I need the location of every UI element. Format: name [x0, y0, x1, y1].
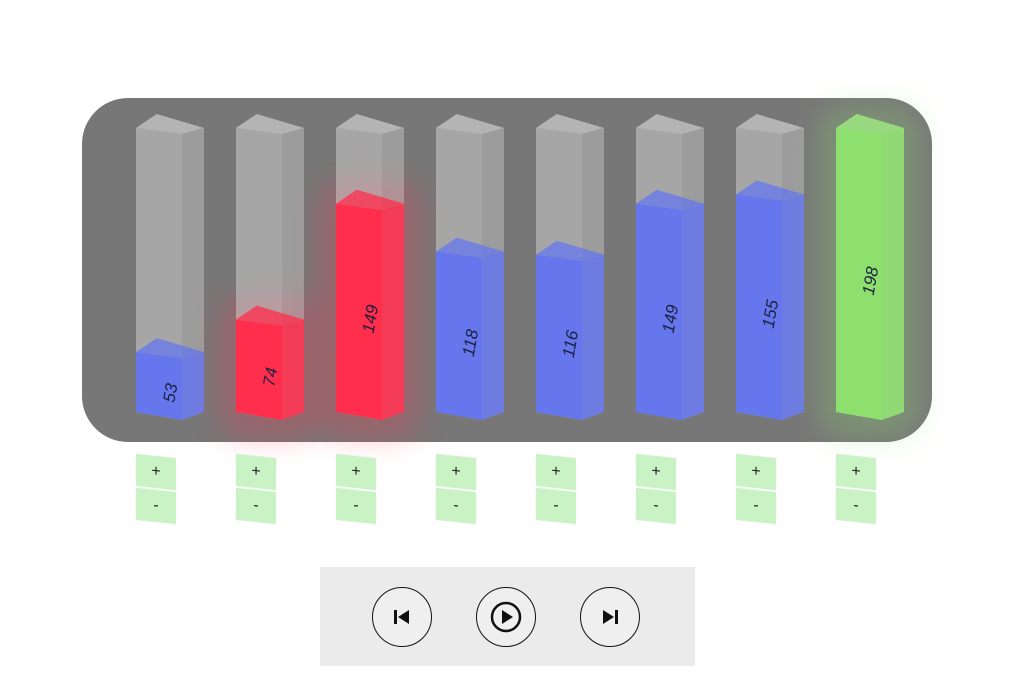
- value-stepper: + -: [536, 453, 576, 525]
- bar-5: [536, 114, 604, 420]
- bar-liquid-side: [782, 194, 804, 420]
- value-stepper: + -: [236, 453, 276, 525]
- bar-liquid: [136, 352, 182, 420]
- bar-column: 149: [636, 98, 706, 442]
- bar-7: [736, 114, 804, 420]
- bar-liquid-side: [382, 203, 404, 420]
- increment-button[interactable]: +: [736, 453, 776, 491]
- increment-button[interactable]: +: [336, 453, 376, 491]
- bar-liquid-side: [282, 319, 304, 420]
- value-stepper: + -: [436, 453, 476, 525]
- increment-button[interactable]: +: [636, 453, 676, 491]
- play-button[interactable]: [476, 587, 536, 647]
- bar-liquid: [236, 319, 282, 420]
- bar-liquid: [336, 203, 382, 420]
- value-stepper: + -: [136, 453, 176, 525]
- bar-stage: 53 74 149 118 116 149 155 198: [82, 98, 932, 442]
- bar-liquid: [836, 128, 882, 420]
- decrement-button[interactable]: -: [236, 487, 276, 525]
- bar-1: [136, 114, 204, 420]
- increment-button[interactable]: +: [136, 453, 176, 491]
- increment-button[interactable]: +: [436, 453, 476, 491]
- skip-forward-icon: [603, 610, 618, 624]
- value-stepper: + -: [336, 453, 376, 525]
- increment-button[interactable]: +: [836, 453, 876, 491]
- value-stepper: + -: [736, 453, 776, 525]
- bar-liquid: [636, 203, 682, 420]
- bar-liquid: [436, 251, 482, 420]
- bar-6: [636, 114, 704, 420]
- bar-3: [318, 114, 422, 440]
- skip-back-icon: [394, 610, 409, 624]
- bar-liquid-side: [182, 352, 204, 420]
- bar-4: [436, 114, 504, 420]
- step-back-button[interactable]: [372, 587, 432, 647]
- bar-liquid-side: [882, 128, 904, 420]
- bar-column: 149: [318, 98, 422, 442]
- increment-button[interactable]: +: [536, 453, 576, 491]
- bar-liquid: [536, 254, 582, 420]
- bar-column: 155: [736, 98, 806, 442]
- decrement-button[interactable]: -: [136, 487, 176, 525]
- decrement-button[interactable]: -: [336, 487, 376, 525]
- bar-liquid-side: [682, 203, 704, 420]
- bar-2: [218, 114, 322, 440]
- playback-controls: [320, 567, 695, 666]
- bar-column: 74: [218, 98, 322, 442]
- bar-column: 116: [536, 98, 606, 442]
- bar-liquid: [736, 194, 782, 420]
- step-forward-button[interactable]: [580, 587, 640, 647]
- decrement-button[interactable]: -: [436, 487, 476, 525]
- bar-column: 118: [436, 98, 506, 442]
- decrement-button[interactable]: -: [736, 487, 776, 525]
- value-stepper: + -: [636, 453, 676, 525]
- bar-liquid-side: [482, 251, 504, 420]
- bar-column: 53: [136, 98, 206, 442]
- decrement-button[interactable]: -: [536, 487, 576, 525]
- bar-8: [818, 104, 922, 440]
- play-icon: [490, 601, 522, 633]
- bar-liquid-side: [582, 254, 604, 420]
- increment-button[interactable]: +: [236, 453, 276, 491]
- decrement-button[interactable]: -: [636, 487, 676, 525]
- value-stepper: + -: [836, 453, 876, 525]
- decrement-button[interactable]: -: [836, 487, 876, 525]
- bar-column: 198: [818, 98, 922, 442]
